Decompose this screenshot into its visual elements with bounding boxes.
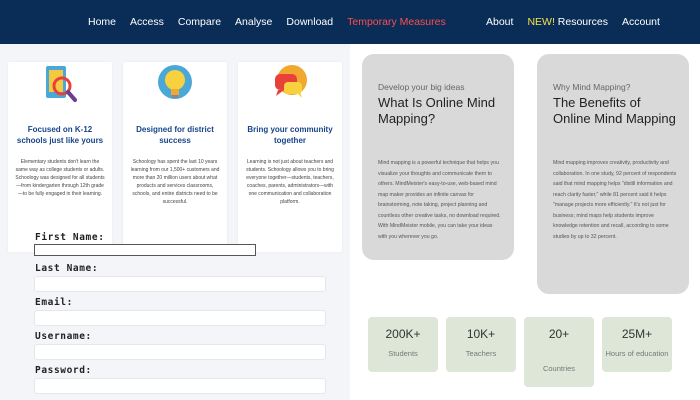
nav-temporary-measures[interactable]: Temporary Measures	[347, 16, 446, 28]
info-title: The Benefits of Online Mind Mapping	[553, 95, 676, 126]
last-name-label: Last Name:	[35, 263, 99, 274]
stat-number: 200K+	[385, 327, 421, 341]
password-label: Password:	[35, 365, 92, 376]
card-title: Focused on K-12 schools just like yours	[16, 125, 104, 145]
last-name-field[interactable]	[34, 276, 326, 292]
username-field[interactable]	[34, 344, 326, 360]
stat-label: Countries	[542, 364, 576, 373]
nav-resources[interactable]: NEW! Resources	[527, 16, 608, 28]
stat-label: Teachers	[465, 349, 497, 358]
email-label: Email:	[35, 297, 73, 308]
card-text: Learning is not just about teachers and …	[246, 159, 334, 205]
feature-card-district: Designed for district success Schoology …	[123, 62, 227, 252]
chat-bubbles-icon	[275, 65, 307, 98]
nav-compare[interactable]: Compare	[178, 16, 221, 28]
new-badge: NEW!	[527, 16, 555, 28]
password-field[interactable]	[34, 378, 326, 394]
stat-number: 20+	[548, 327, 570, 341]
nav-download[interactable]: Download	[286, 16, 333, 28]
top-nav: Home Access Compare Analyse Download Tem…	[0, 0, 700, 44]
nav-resources-label: Resources	[557, 16, 608, 28]
stat-students: 200K+ Students	[368, 317, 438, 372]
feature-card-community: Bring your community together Learning i…	[238, 62, 342, 252]
info-eyebrow: Why Mind Mapping?	[553, 82, 631, 92]
nav-about[interactable]: About	[486, 16, 513, 28]
card-text: Elementary students don't learn the same…	[15, 159, 105, 197]
lightbulb-icon	[158, 65, 192, 99]
stat-number: 10K+	[466, 327, 496, 341]
info-title: What Is Online Mind Mapping?	[378, 95, 496, 126]
info-card-benefits: Why Mind Mapping? The Benefits of Online…	[537, 54, 689, 294]
info-text: Mind mapping is a powerful technique tha…	[378, 160, 501, 240]
nav-left-group: Home Access Compare Analyse Download Tem…	[88, 0, 446, 44]
info-text: Mind mapping improves creativity, produc…	[553, 160, 677, 240]
stat-label: Hours of education	[605, 349, 669, 358]
email-field[interactable]	[34, 310, 326, 326]
nav-right-group: About NEW! Resources Account	[486, 0, 660, 44]
nav-account[interactable]: Account	[622, 16, 660, 28]
stat-teachers: 10K+ Teachers	[446, 317, 516, 372]
nav-home[interactable]: Home	[88, 16, 116, 28]
stat-label: Students	[388, 349, 418, 358]
stat-number: 25M+	[621, 327, 653, 341]
nav-analyse[interactable]: Analyse	[235, 16, 272, 28]
username-label: Username:	[35, 331, 92, 342]
first-name-field[interactable]	[34, 244, 256, 256]
first-name-label: First Name:	[35, 232, 105, 243]
card-title: Bring your community together	[247, 125, 333, 145]
info-eyebrow: Develop your big ideas	[378, 82, 465, 92]
right-panel: Develop your big ideas What Is Online Mi…	[350, 44, 700, 400]
magnifier-on-device-icon	[46, 66, 77, 102]
stat-hours: 25M+ Hours of education	[602, 317, 672, 372]
left-panel: Focused on K-12 schools just like yours …	[0, 44, 350, 400]
info-card-what-is: Develop your big ideas What Is Online Mi…	[362, 54, 514, 260]
feature-card-k12: Focused on K-12 schools just like yours …	[8, 62, 112, 252]
card-text: Schoology has spent the last 10 years le…	[130, 159, 220, 205]
nav-access[interactable]: Access	[130, 16, 164, 28]
card-title: Designed for district success	[136, 125, 214, 145]
stat-countries: 20+ Countries	[524, 317, 594, 387]
